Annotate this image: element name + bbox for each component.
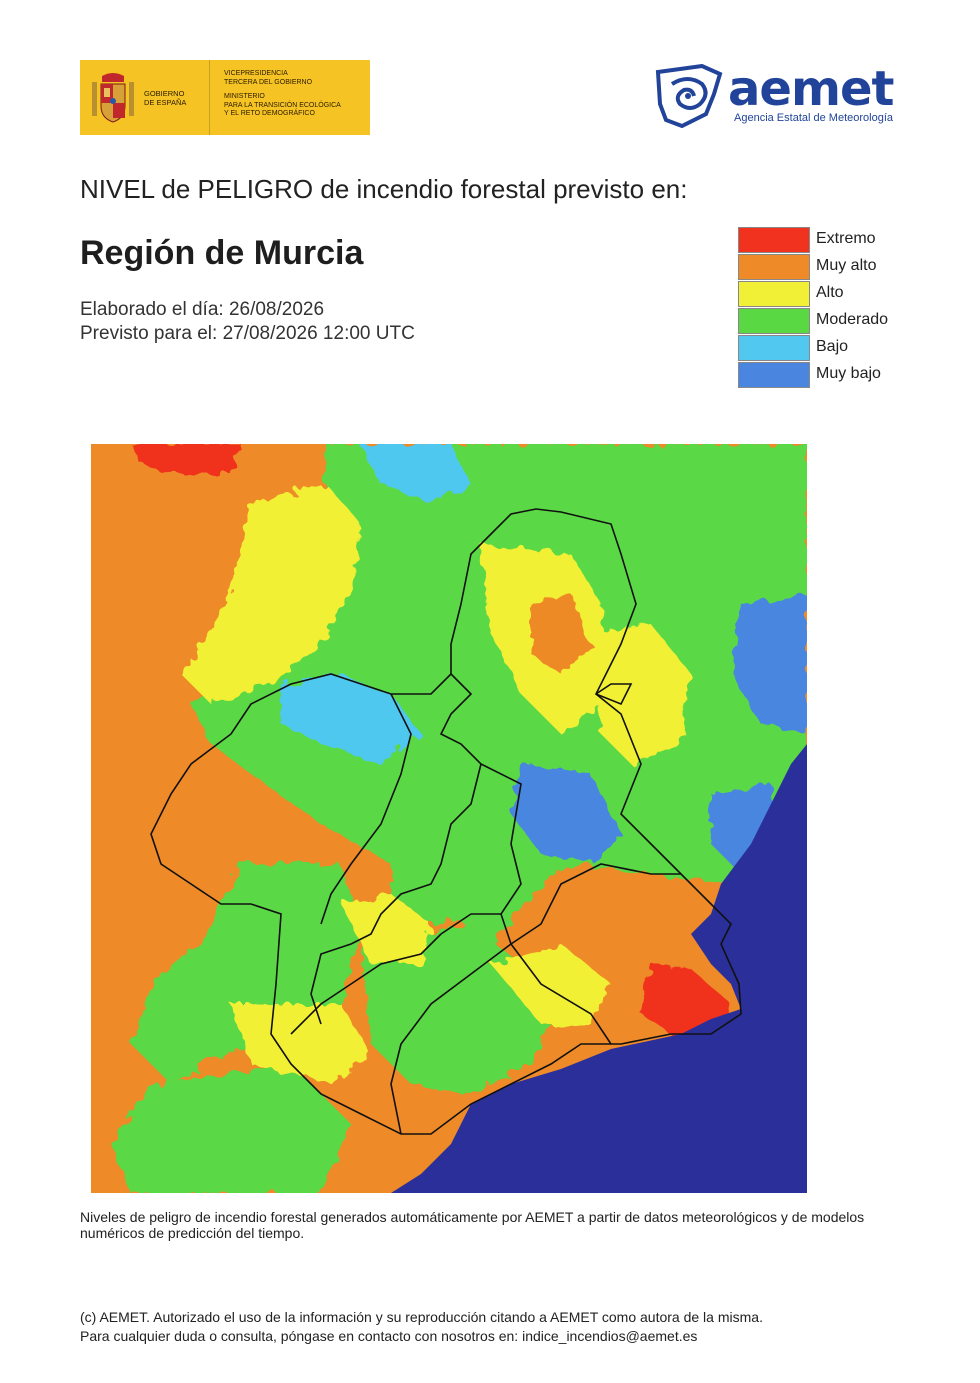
copyright-line: (c) AEMET. Autorizado el uso de la infor… [80,1309,763,1325]
fire-danger-map [91,444,807,1193]
legend-swatch [738,281,810,307]
ministry-line: VICEPRESIDENCIA [224,70,288,77]
legend-label: Alto [816,284,844,301]
contact-line: Para cualquier duda o consulta, póngase … [80,1328,698,1344]
aemet-logo: aemet Agencia Estatal de Meteorología [652,62,912,132]
legend-swatch [738,227,810,253]
ministry-line: MINISTERIO [224,93,265,100]
ministry-line: Y EL RETO DEMOGRÁFICO [224,110,315,117]
forecast-dates: Elaborado el día: 26/08/2026 Previsto pa… [80,298,415,346]
government-logo: GOBIERNO DE ESPAÑA VICEPRESIDENCIA TERCE… [80,60,370,135]
aemet-iberia-swirl-icon [655,64,723,128]
methodology-note: Niveles de peligro de incendio forestal … [80,1209,865,1241]
copyright-footer: (c) AEMET. Autorizado el uso de la infor… [80,1308,920,1346]
coat-of-arms-icon [92,72,134,123]
legend-swatch [738,254,810,280]
legend-swatch [738,308,810,334]
legend-label: Extremo [816,230,876,247]
legend-label: Bajo [816,338,849,355]
fire-danger-map-svg [91,444,807,1193]
page-title: NIVEL de PELIGRO de incendio forestal pr… [80,174,688,204]
legend-swatch [738,362,810,388]
aemet-wordmark: aemet [728,61,894,117]
legend-label: Muy bajo [816,365,881,382]
forecast-date: Previsto para el: 27/08/2026 12:00 UTC [80,323,415,344]
legend-label: Moderado [816,311,889,328]
ministry-text: VICEPRESIDENCIA TERCERA DEL GOBIERNO MIN… [210,60,370,135]
legend-label: Muy alto [816,257,877,274]
aemet-subtitle: Agencia Estatal de Meteorología [734,112,893,124]
region-name: Región de Murcia [80,234,364,272]
ministry-line: PARA LA TRANSICIÓN ECOLÓGICA [224,101,341,109]
ministry-line: TERCERA DEL GOBIERNO [224,78,313,86]
government-name: GOBIERNO DE ESPAÑA [144,88,187,107]
legend-swatch [738,335,810,361]
elaborated-date: Elaborado el día: 26/08/2026 [80,299,325,320]
government-logo-left: GOBIERNO DE ESPAÑA [80,60,210,135]
